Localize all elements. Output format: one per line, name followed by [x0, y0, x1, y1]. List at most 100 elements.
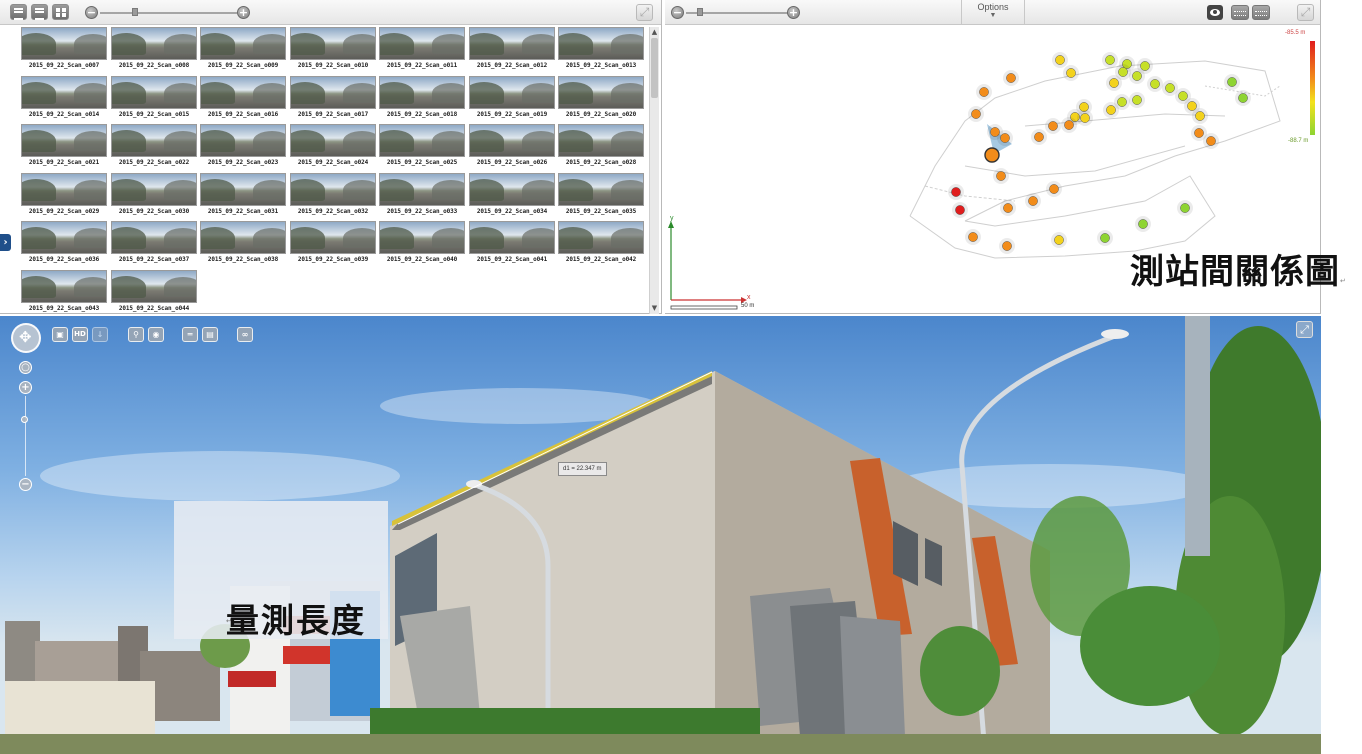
- map-zoom-in-icon[interactable]: +: [787, 6, 800, 19]
- scan-thumbnail[interactable]: 2015_09_22_Scan_o036: [21, 221, 107, 265]
- eye-icon[interactable]: [1207, 5, 1223, 20]
- thumbnail-scrollbar[interactable]: ▲ ▼: [649, 27, 659, 314]
- station-marker[interactable]: [1118, 67, 1128, 77]
- station-marker[interactable]: [1138, 219, 1148, 229]
- station-marker[interactable]: [1055, 55, 1065, 65]
- scan-thumbnail[interactable]: 2015_09_22_Scan_o022: [111, 124, 197, 168]
- scan-thumbnail[interactable]: 2015_09_22_Scan_o018: [379, 76, 465, 120]
- station-marker[interactable]: [1006, 73, 1016, 83]
- scan-thumbnail[interactable]: 2015_09_22_Scan_o031: [200, 173, 286, 217]
- station-marker[interactable]: [1178, 91, 1188, 101]
- scan-thumbnail[interactable]: 2015_09_22_Scan_o020: [558, 76, 644, 120]
- station-marker[interactable]: [971, 109, 981, 119]
- zoom-out-icon[interactable]: −: [85, 6, 98, 19]
- station-marker[interactable]: [1105, 55, 1115, 65]
- scan-thumbnail[interactable]: 2015_09_22_Scan_o016: [200, 76, 286, 120]
- scan-thumbnail[interactable]: 2015_09_22_Scan_o041: [469, 221, 555, 265]
- station-marker[interactable]: [1195, 111, 1205, 121]
- panel-toggle-tab[interactable]: ›: [0, 234, 11, 251]
- scan-thumbnail[interactable]: 2015_09_22_Scan_o042: [558, 221, 644, 265]
- station-marker[interactable]: [1028, 196, 1038, 206]
- thumbnail-size-slider-knob[interactable]: [132, 8, 138, 16]
- panorama-viewer[interactable]: ○ + − ▣ HD ↓ ⚲ ◉ ═ ▤ ∞ d1 = 22.347 m 量測長…: [0, 316, 1321, 754]
- ruler-measure-icon[interactable]: [1252, 5, 1270, 20]
- scan-thumbnail[interactable]: 2015_09_22_Scan_o021: [21, 124, 107, 168]
- station-marker[interactable]: [1227, 77, 1237, 87]
- scan-thumbnail[interactable]: 2015_09_22_Scan_o026: [469, 124, 555, 168]
- scan-thumbnail[interactable]: 2015_09_22_Scan_o029: [21, 173, 107, 217]
- scan-thumbnail[interactable]: 2015_09_22_Scan_o030: [111, 173, 197, 217]
- station-marker[interactable]: [955, 205, 965, 215]
- scan-thumbnail[interactable]: 2015_09_22_Scan_o012: [469, 27, 555, 71]
- scroll-down-icon[interactable]: ▼: [651, 304, 658, 312]
- station-marker[interactable]: [1109, 78, 1119, 88]
- pano-zoom-in-icon[interactable]: +: [19, 381, 32, 394]
- scan-thumbnail[interactable]: 2015_09_22_Scan_o039: [290, 221, 376, 265]
- station-marker[interactable]: [1066, 68, 1076, 78]
- station-marker[interactable]: [1194, 128, 1204, 138]
- zoom-in-icon[interactable]: +: [237, 6, 250, 19]
- list-view-icon[interactable]: [10, 4, 27, 20]
- grid-view-icon[interactable]: [52, 4, 69, 20]
- station-marker[interactable]: [1132, 95, 1142, 105]
- scrollbar-thumb[interactable]: [651, 38, 658, 98]
- map-maximize-icon[interactable]: ⤢: [1297, 4, 1314, 21]
- scan-thumbnail[interactable]: 2015_09_22_Scan_o044: [111, 270, 197, 314]
- station-marker[interactable]: [1064, 120, 1074, 130]
- scan-thumbnail[interactable]: 2015_09_22_Scan_o032: [290, 173, 376, 217]
- hd-toggle-button[interactable]: HD: [72, 327, 88, 342]
- scan-thumbnail[interactable]: 2015_09_22_Scan_o024: [290, 124, 376, 168]
- station-marker[interactable]: [1002, 241, 1012, 251]
- image-settings-icon[interactable]: ▣: [52, 327, 68, 342]
- scan-thumbnail[interactable]: 2015_09_22_Scan_o017: [290, 76, 376, 120]
- scan-thumbnail[interactable]: 2015_09_22_Scan_o025: [379, 124, 465, 168]
- measurement-label[interactable]: d1 = 22.347 m: [558, 462, 607, 476]
- station-marker[interactable]: [1117, 97, 1127, 107]
- station-marker[interactable]: [1165, 83, 1175, 93]
- pano-zoom-out-icon[interactable]: −: [19, 478, 32, 491]
- station-marker[interactable]: [1049, 184, 1059, 194]
- station-marker[interactable]: [1106, 105, 1116, 115]
- scan-thumbnail[interactable]: 2015_09_22_Scan_o038: [200, 221, 286, 265]
- station-marker[interactable]: [996, 171, 1006, 181]
- scroll-up-icon[interactable]: ▲: [651, 28, 658, 36]
- scan-thumbnail[interactable]: 2015_09_22_Scan_o008: [111, 27, 197, 71]
- station-marker[interactable]: [968, 232, 978, 242]
- download-icon[interactable]: ↓: [92, 327, 108, 342]
- maximize-icon[interactable]: ⤢: [636, 4, 653, 21]
- location-pin-icon[interactable]: ⚲: [128, 327, 144, 342]
- station-marker[interactable]: [1132, 71, 1142, 81]
- scan-thumbnail[interactable]: 2015_09_22_Scan_o019: [469, 76, 555, 120]
- scan-thumbnail[interactable]: 2015_09_22_Scan_o043: [21, 270, 107, 314]
- scan-thumbnail[interactable]: 2015_09_22_Scan_o033: [379, 173, 465, 217]
- scan-thumbnail[interactable]: 2015_09_22_Scan_o035: [558, 173, 644, 217]
- pano-ruler-icon[interactable]: ═: [182, 327, 198, 342]
- station-marker[interactable]: [1238, 93, 1248, 103]
- measure-area-icon[interactable]: ▤: [202, 327, 218, 342]
- scan-thumbnail[interactable]: 2015_09_22_Scan_o034: [469, 173, 555, 217]
- scan-thumbnail[interactable]: 2015_09_22_Scan_o009: [200, 27, 286, 71]
- station-marker[interactable]: [951, 187, 961, 197]
- selected-station-marker[interactable]: [984, 147, 1000, 163]
- pano-maximize-icon[interactable]: ⤢: [1296, 321, 1313, 338]
- station-marker[interactable]: [979, 87, 989, 97]
- detail-view-icon[interactable]: [31, 4, 48, 20]
- map-zoom-slider-knob[interactable]: [697, 8, 703, 16]
- link-icon[interactable]: ∞: [237, 327, 253, 342]
- thumbnail-size-slider[interactable]: [100, 12, 237, 14]
- pano-eye-icon[interactable]: ◉: [148, 327, 164, 342]
- station-marker[interactable]: [1100, 233, 1110, 243]
- scan-thumbnail[interactable]: 2015_09_22_Scan_o007: [21, 27, 107, 71]
- station-marker[interactable]: [1000, 133, 1010, 143]
- ruler-icon[interactable]: [1231, 5, 1249, 20]
- station-marker[interactable]: [1187, 101, 1197, 111]
- station-marker[interactable]: [1150, 79, 1160, 89]
- pano-zoom-knob[interactable]: [21, 416, 28, 423]
- scan-thumbnail[interactable]: 2015_09_22_Scan_o011: [379, 27, 465, 71]
- station-marker[interactable]: [1080, 113, 1090, 123]
- station-marker[interactable]: [1206, 136, 1216, 146]
- navigation-ring-icon[interactable]: [11, 323, 41, 353]
- map-zoom-out-icon[interactable]: −: [671, 6, 684, 19]
- scan-thumbnail[interactable]: 2015_09_22_Scan_o040: [379, 221, 465, 265]
- station-marker[interactable]: [1003, 203, 1013, 213]
